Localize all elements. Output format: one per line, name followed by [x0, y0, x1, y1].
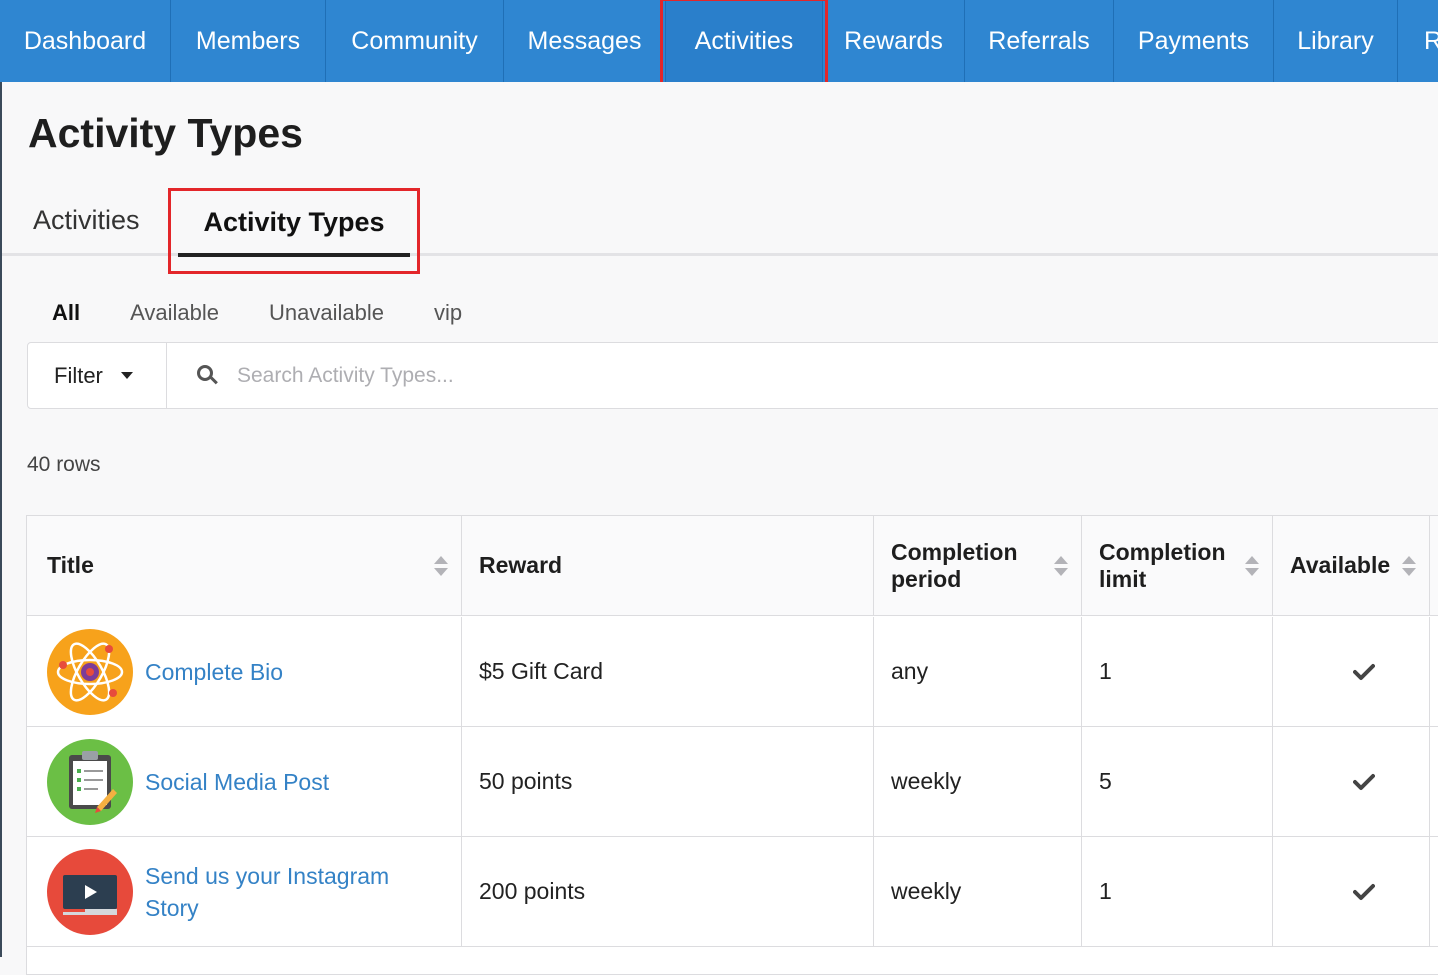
activity-title-link[interactable]: Complete Bio	[145, 656, 395, 688]
sort-icon[interactable]	[1402, 555, 1416, 576]
sort-icon[interactable]	[1054, 555, 1068, 576]
header-completion-limit[interactable]: Completion limit	[1082, 516, 1273, 615]
filter-button[interactable]: Filter	[28, 343, 167, 408]
header-label: Completion limit	[1099, 538, 1226, 592]
table-row: Send us your Instagram Story 200 points …	[27, 837, 1438, 947]
nav-members[interactable]: Members	[171, 0, 326, 82]
cell-spacer	[1430, 617, 1438, 726]
nav-rewards[interactable]: Rewards	[823, 0, 965, 82]
reward-value: 200 points	[479, 878, 586, 904]
cell-title: Social Media Post	[27, 727, 462, 836]
header-label: Reward	[479, 552, 563, 578]
limit-value: 1	[1099, 658, 1112, 684]
sort-icon[interactable]	[1245, 555, 1259, 576]
period-value: weekly	[891, 768, 962, 794]
header-label: Title	[47, 552, 94, 578]
search-input[interactable]	[237, 363, 1137, 388]
cell-title: Send us your Instagram Story	[27, 837, 462, 946]
check-icon	[1353, 663, 1375, 680]
cell-period: weekly	[874, 837, 1082, 946]
subfilter-available[interactable]: Available	[130, 298, 219, 328]
tab-active-underline	[178, 253, 410, 257]
reward-value: $5 Gift Card	[479, 658, 603, 684]
sort-icon[interactable]	[434, 555, 448, 576]
header-label: Completion period	[891, 538, 1018, 592]
check-icon	[1353, 773, 1375, 790]
header-completion-period[interactable]: Completion period	[874, 516, 1082, 615]
page-title: Activity Types	[28, 110, 303, 156]
row-count: 40 rows	[27, 453, 101, 476]
search-bar: Filter	[27, 342, 1438, 409]
nav-label: Activities	[694, 26, 794, 55]
cell-limit: 5	[1082, 727, 1273, 836]
cell-reward: 50 points	[462, 727, 874, 836]
cell-available	[1273, 727, 1430, 836]
nav-referrals[interactable]: Referrals	[965, 0, 1114, 82]
cell-period: weekly	[874, 727, 1082, 836]
nav-community[interactable]: Community	[326, 0, 504, 82]
atom-icon	[47, 628, 133, 715]
cell-title: Complete Bio	[27, 617, 462, 726]
tab-activity-types[interactable]: Activity Types	[168, 188, 420, 274]
subfilter-bar: All Available Unavailable vip	[52, 298, 512, 328]
nav-dashboard[interactable]: Dashboard	[0, 0, 171, 82]
cell-period: any	[874, 617, 1082, 726]
cell-spacer	[1430, 837, 1438, 946]
clipboard-icon	[47, 738, 133, 825]
top-nav: Dashboard Members Community Messages Act…	[0, 0, 1438, 82]
reward-value: 50 points	[479, 768, 573, 794]
cell-available	[1273, 617, 1430, 726]
filter-label: Filter	[54, 362, 103, 388]
activity-title-link[interactable]: Social Media Post	[145, 766, 395, 798]
header-reward: Reward	[462, 516, 874, 615]
activity-types-table: Title Reward Completion period Completio…	[26, 515, 1438, 975]
cell-available	[1273, 837, 1430, 946]
period-value: weekly	[891, 878, 962, 904]
activity-title-link[interactable]: Send us your Instagram Story	[145, 860, 395, 924]
subfilter-vip[interactable]: vip	[434, 298, 462, 328]
table-row: Complete Bio $5 Gift Card any 1	[27, 617, 1438, 727]
tab-bar: Activities Activity Types	[2, 184, 1438, 274]
nav-label: Library	[1297, 26, 1374, 55]
nav-more[interactable]: R	[1398, 0, 1438, 82]
header-spacer	[1430, 516, 1438, 615]
period-value: any	[891, 658, 929, 684]
cell-limit: 1	[1082, 837, 1273, 946]
header-label: Available	[1290, 552, 1391, 578]
nav-label: Referrals	[988, 26, 1090, 55]
table-row: Social Media Post 50 points weekly 5	[27, 727, 1438, 837]
cell-reward: $5 Gift Card	[462, 617, 874, 726]
header-available[interactable]: Available	[1273, 516, 1430, 615]
cell-spacer	[1430, 727, 1438, 836]
limit-value: 5	[1099, 768, 1112, 794]
nav-label: Rewards	[844, 26, 943, 55]
subfilter-all[interactable]: All	[52, 298, 80, 328]
check-icon	[1353, 883, 1375, 900]
nav-label: Messages	[527, 26, 642, 55]
cell-reward: 200 points	[462, 837, 874, 946]
nav-library[interactable]: Library	[1274, 0, 1398, 82]
nav-label: Members	[195, 26, 301, 55]
nav-label: Payments	[1137, 26, 1250, 55]
search-icon	[197, 364, 219, 387]
nav-label: Community	[351, 26, 478, 55]
video-icon	[47, 848, 133, 935]
nav-payments[interactable]: Payments	[1114, 0, 1274, 82]
nav-activities[interactable]: Activities	[660, 0, 828, 82]
nav-label: R	[1424, 26, 1438, 55]
cell-limit: 1	[1082, 617, 1273, 726]
limit-value: 1	[1099, 878, 1112, 904]
table-header: Title Reward Completion period Completio…	[27, 516, 1438, 616]
tab-label: Activity Types	[203, 206, 385, 237]
nav-messages[interactable]: Messages	[504, 0, 666, 82]
tab-activities[interactable]: Activities	[33, 184, 140, 256]
nav-label: Dashboard	[23, 26, 147, 55]
caret-down-icon	[120, 372, 133, 379]
subfilter-unavailable[interactable]: Unavailable	[269, 298, 384, 328]
header-title[interactable]: Title	[27, 516, 462, 615]
